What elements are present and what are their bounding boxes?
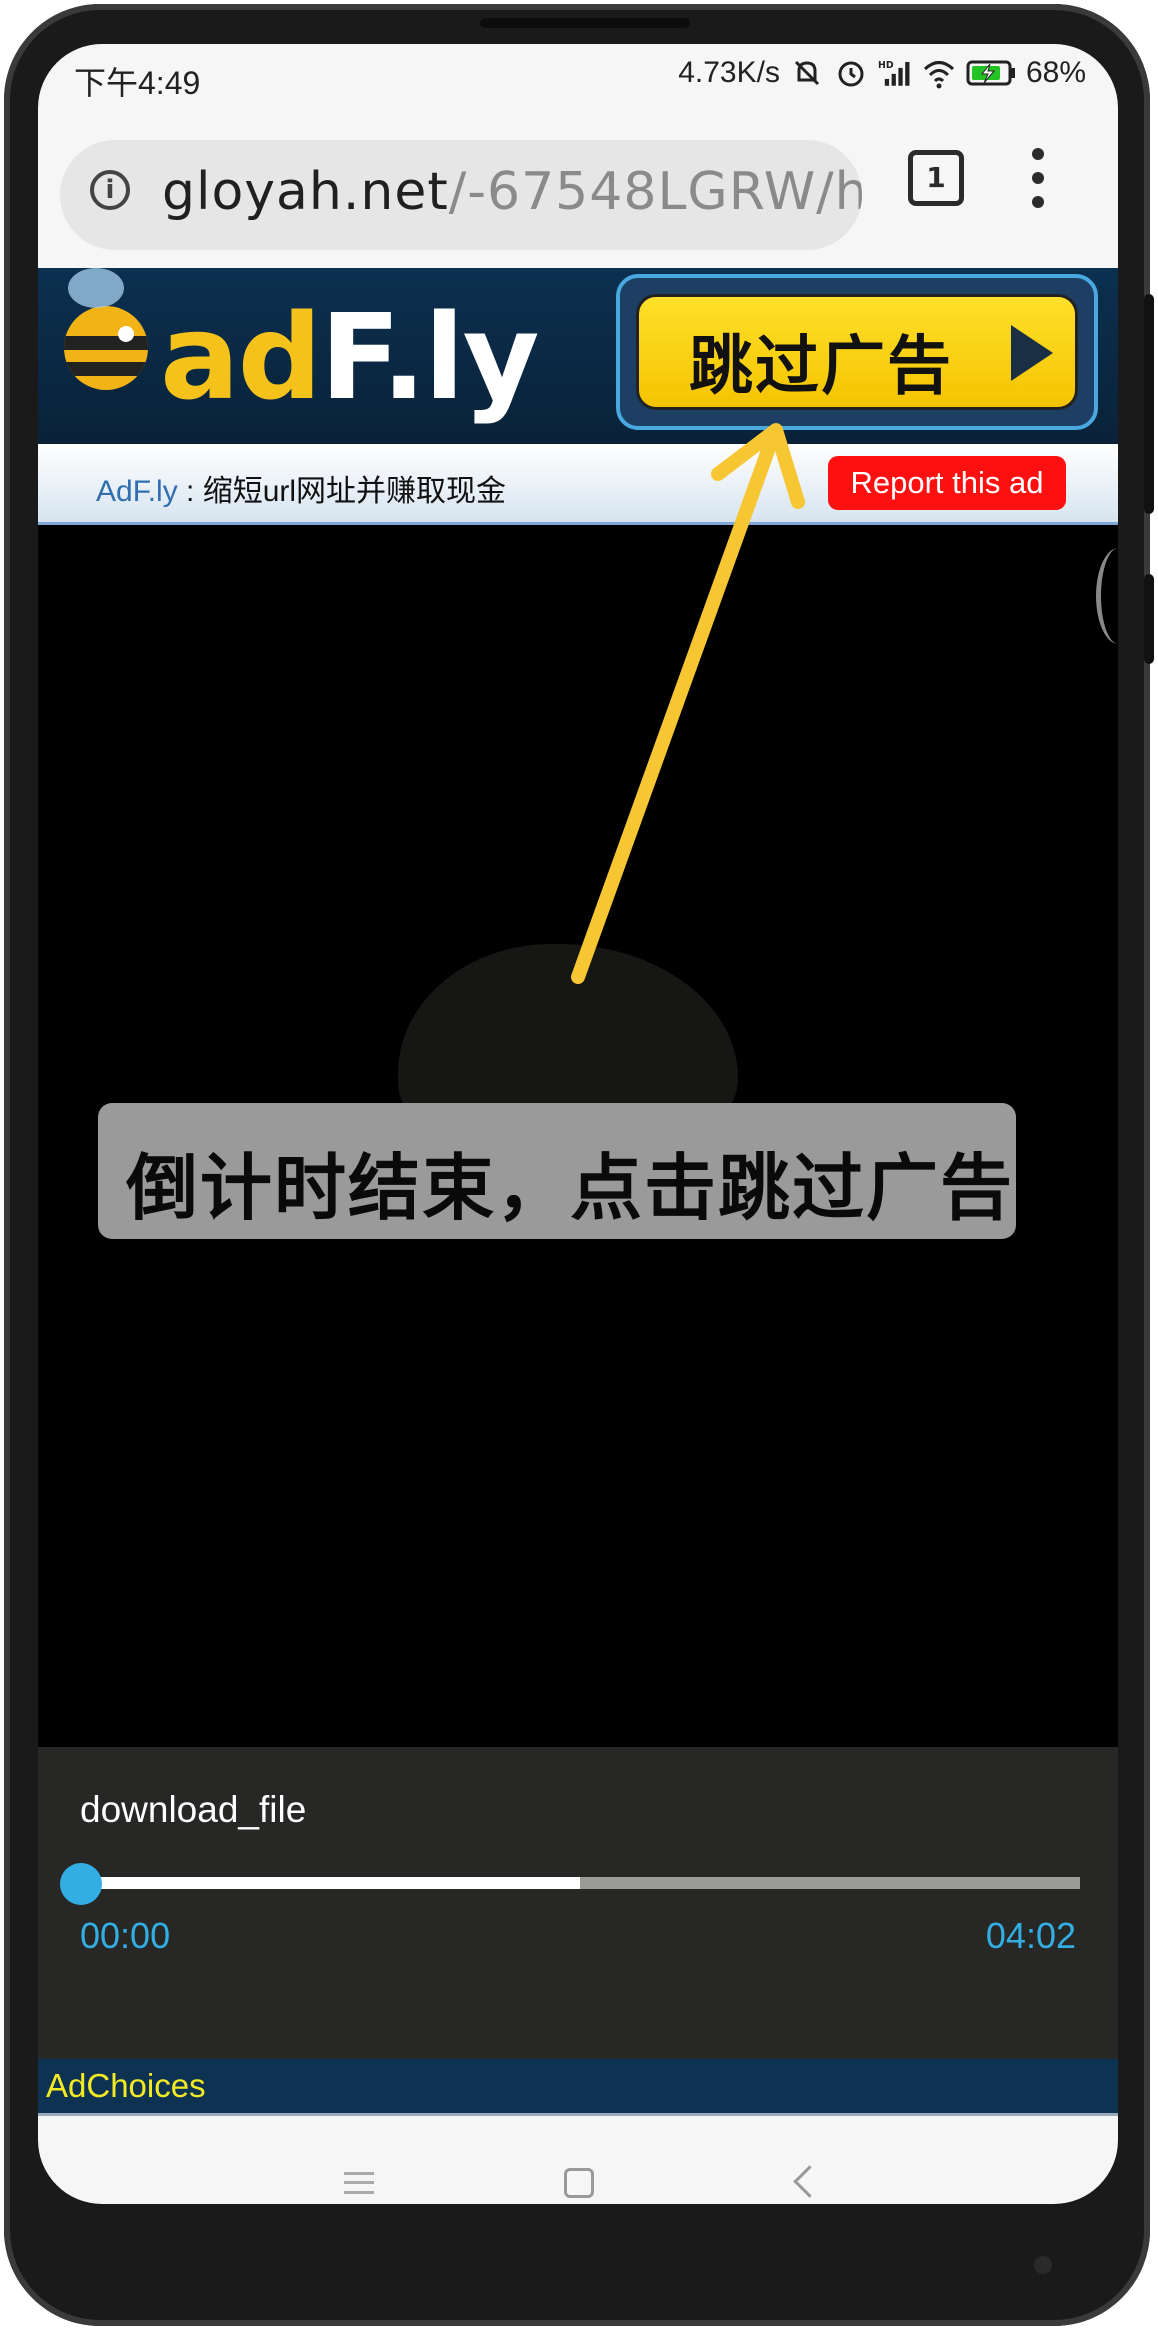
media-player: download_file 00:00 04:02 [38, 1747, 1118, 2059]
buffered-bar [80, 1877, 580, 1889]
power-button [1144, 574, 1154, 664]
current-time: 00:00 [80, 1915, 171, 1956]
seek-track[interactable] [80, 1877, 1080, 1889]
phone-frame: 下午4:49 4.73K/s HD 68% i gloyah.net/-6754… [4, 4, 1154, 2326]
nav-back-icon[interactable] [793, 2165, 826, 2198]
annotation-arrow-shaft [571, 427, 781, 984]
adchoices-link[interactable]: AdChoices [46, 2067, 206, 2105]
system-nav-bar [38, 2116, 1118, 2204]
seek-thumb[interactable] [60, 1863, 102, 1905]
nav-home-icon[interactable] [564, 2168, 594, 2198]
adchoices-bar: AdChoices [38, 2059, 1118, 2116]
total-time: 04:02 [985, 1915, 1076, 1956]
volume-button [1144, 294, 1154, 514]
camera-dot [1034, 2256, 1052, 2274]
media-file-name: download_file [80, 1789, 307, 1830]
screen: 下午4:49 4.73K/s HD 68% i gloyah.net/-6754… [38, 44, 1118, 2204]
earpiece [480, 18, 690, 28]
nav-menu-icon[interactable] [344, 2172, 374, 2194]
